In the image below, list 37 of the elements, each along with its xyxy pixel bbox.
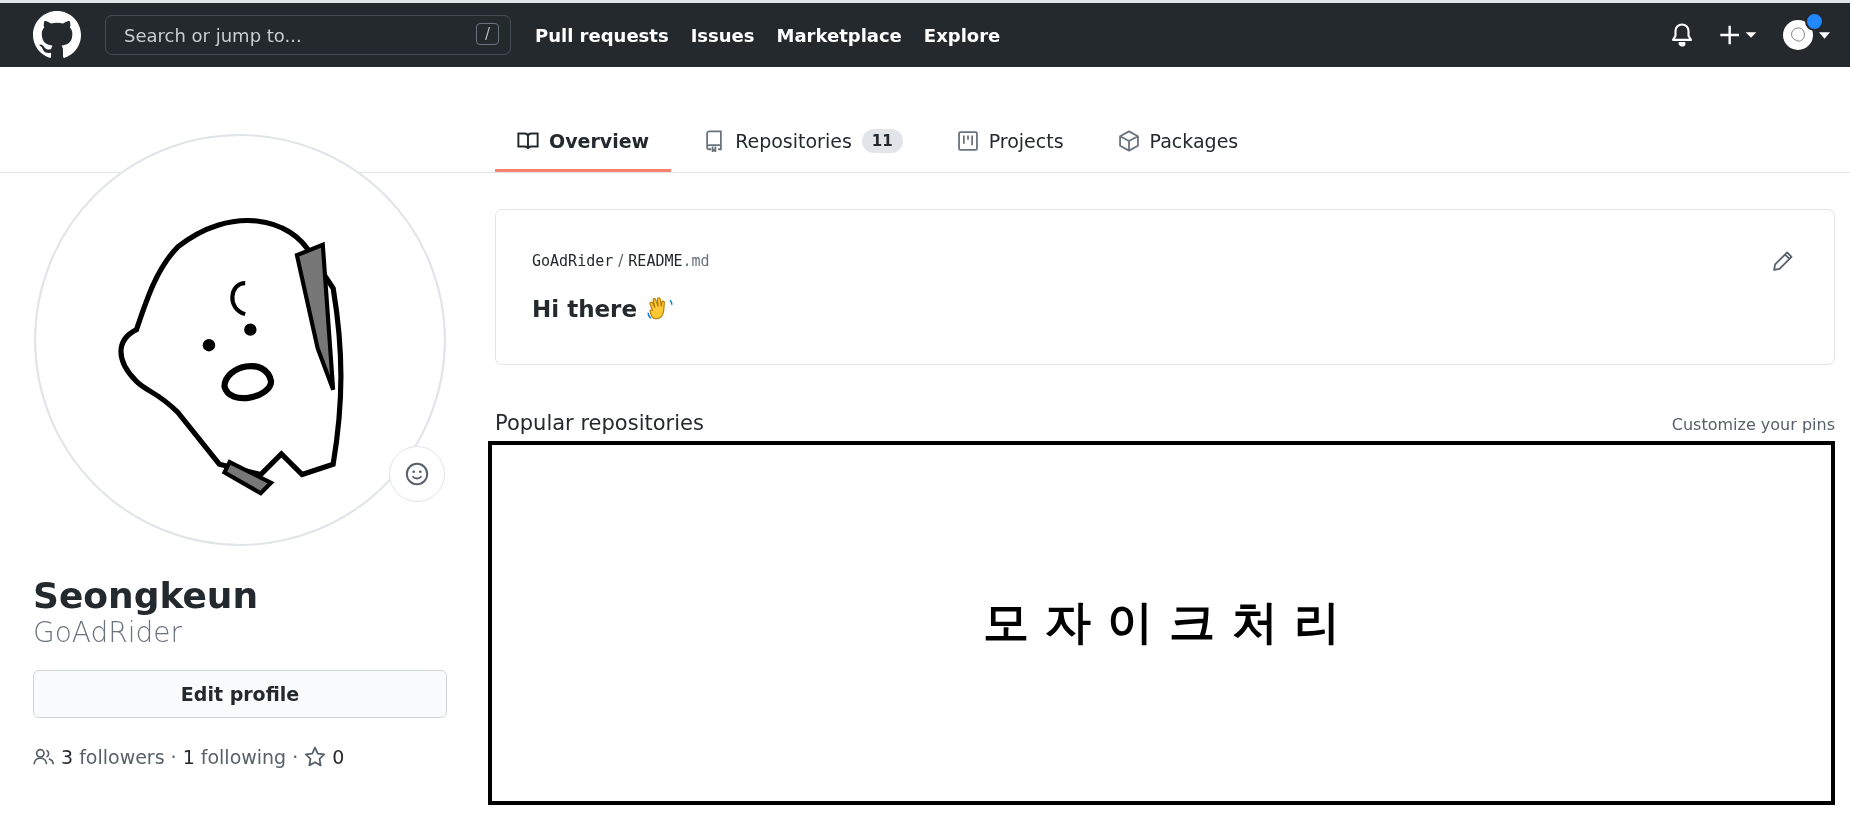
octocat-logo-icon[interactable] bbox=[33, 11, 81, 59]
owner-link[interactable]: GoAdRider bbox=[532, 252, 614, 270]
people-icon bbox=[33, 747, 55, 767]
profile-tab[interactable]: Projects bbox=[934, 121, 1086, 172]
avatar-icon[interactable] bbox=[1783, 20, 1813, 50]
nav-link[interactable]: Explore bbox=[923, 24, 1001, 46]
nav-link[interactable]: Marketplace bbox=[776, 24, 902, 46]
pencil-icon[interactable] bbox=[1772, 250, 1794, 272]
profile-tab[interactable]: Overview bbox=[495, 121, 672, 172]
plus-dropdown-icon[interactable] bbox=[1719, 24, 1759, 46]
package-icon bbox=[1117, 130, 1140, 152]
project-icon bbox=[956, 130, 979, 152]
readme-filename: README.md bbox=[628, 252, 710, 270]
separator-dot: · bbox=[292, 746, 299, 768]
nav-link[interactable]: Issues bbox=[690, 24, 755, 46]
profile-username: GoAdRider bbox=[33, 616, 183, 650]
profile-name: Seongkeun bbox=[33, 575, 260, 617]
redaction-label: 모 자 이 크 처 리 bbox=[983, 594, 1340, 651]
profile-tab[interactable]: Packages bbox=[1095, 121, 1261, 172]
readme-heading: Hi there bbox=[532, 296, 638, 322]
stars-count-link[interactable]: 0 bbox=[332, 746, 345, 768]
shortcut-key: / bbox=[475, 23, 499, 45]
star-icon bbox=[304, 746, 327, 768]
followers-link[interactable]: 3 followers bbox=[61, 746, 165, 768]
following-link[interactable]: 1 following bbox=[182, 746, 287, 768]
separator-dot: · bbox=[170, 746, 177, 768]
caret-icon[interactable] bbox=[1819, 31, 1830, 39]
set-status-button[interactable] bbox=[389, 446, 445, 502]
path-separator: / bbox=[618, 252, 624, 270]
section-title: Popular repositories bbox=[495, 411, 704, 435]
edit-profile-button[interactable]: Edit profile bbox=[33, 670, 447, 718]
bell-icon[interactable] bbox=[1669, 22, 1695, 48]
customize-pins-link[interactable]: Customize your pins bbox=[1671, 415, 1835, 434]
profile-tab[interactable]: Repositories 11 bbox=[681, 121, 925, 172]
book-icon bbox=[517, 130, 539, 152]
nav-link[interactable]: Pull requests bbox=[535, 24, 669, 46]
smiley-icon bbox=[405, 462, 429, 486]
